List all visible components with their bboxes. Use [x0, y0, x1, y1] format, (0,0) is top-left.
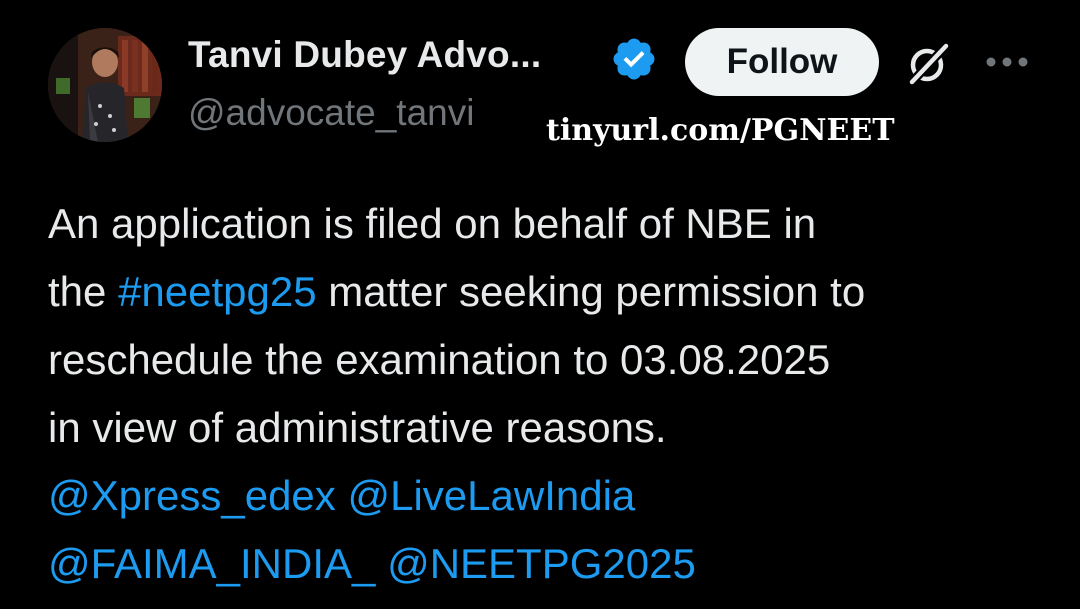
hashtag-link[interactable]: #neetpg25: [118, 268, 317, 315]
tweet-line: in view of administrative reasons.: [48, 404, 667, 451]
tweet-text-segment: matter seeking permission to: [316, 268, 866, 315]
follow-button[interactable]: Follow: [685, 28, 879, 96]
more-options-icon[interactable]: [985, 55, 1029, 69]
tweet-line: @FAIMA_INDIA_ @NEETPG2025: [48, 530, 1058, 598]
verified-badge-icon: [613, 38, 655, 80]
watermark-url: tinyurl.com/PGNEET: [546, 113, 895, 148]
tweet-text-segment: the: [48, 268, 119, 315]
tweet-line: An application is filed on behalf of NBE…: [48, 200, 817, 247]
tweet-text: An application is filed on behalf of NBE…: [48, 190, 1058, 598]
mention-link[interactable]: @NEETPG2025: [387, 540, 696, 587]
avatar-photo: [48, 28, 162, 142]
avatar[interactable]: [48, 28, 162, 142]
grok-icon[interactable]: [902, 38, 954, 90]
mention-link[interactable]: @Xpress_edex: [48, 472, 336, 519]
tweet-line: reschedule the examination to 03.08.2025: [48, 336, 831, 383]
tweet-line: @Xpress_edex @LiveLawIndia: [48, 462, 1058, 530]
tweet-line: the #neetpg25 matter seeking permission …: [48, 258, 1058, 326]
display-name[interactable]: Tanvi Dubey Advo...: [188, 34, 541, 76]
mention-link[interactable]: @LiveLawIndia: [347, 472, 635, 519]
post-card: Tanvi Dubey Advo... Follow @advocate_tan…: [0, 0, 1080, 609]
mention-link[interactable]: @FAIMA_INDIA_: [48, 540, 375, 587]
user-handle[interactable]: @advocate_tanvi: [188, 92, 474, 134]
